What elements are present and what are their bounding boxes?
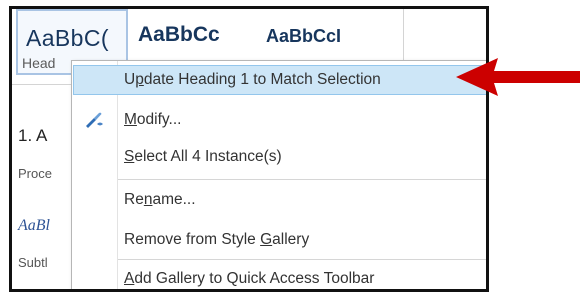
menu-item-label: Rename... <box>124 191 196 208</box>
menu-item-label: Add Gallery to Quick Access Toolbar <box>124 270 375 287</box>
menu-item-label: Remove from Style Gallery <box>124 231 310 248</box>
menu-item-label: Modify... <box>124 111 182 128</box>
style-context-menu: Update Heading 1 to Match Selection Modi… <box>71 60 486 289</box>
menu-item-remove-from-gallery[interactable]: Remove from Style Gallery <box>73 225 486 255</box>
menu-separator <box>118 179 486 180</box>
modify-brush-icon <box>86 112 103 128</box>
menu-item-select-all[interactable]: Select All 4 Instance(s) <box>73 142 486 172</box>
menu-item-modify[interactable]: Modify... <box>73 105 486 135</box>
menu-item-add-to-quick-access[interactable]: Add Gallery to Quick Access Toolbar <box>73 264 486 289</box>
document-heading-text: 1. A <box>18 126 48 145</box>
menu-item-update-heading[interactable]: Update Heading 1 to Match Selection <box>73 65 486 95</box>
document-body-text: Proce <box>18 166 52 181</box>
style-sample-text: AaBbC( <box>26 25 109 51</box>
document-subtitle-sample: AaBl <box>18 217 50 234</box>
style-sample-text: AaBbCc <box>138 23 220 46</box>
style-sample-text: AaBbCcI <box>266 26 342 46</box>
menu-item-label: Select All 4 Instance(s) <box>124 148 282 165</box>
document-subtitle-label: Subtl <box>18 255 48 270</box>
menu-item-label: Update Heading 1 to Match Selection <box>124 71 381 88</box>
menu-item-rename[interactable]: Rename... <box>73 185 486 215</box>
menu-icon-column-divider <box>117 61 118 289</box>
menu-separator <box>118 259 486 260</box>
style-name-label: Head <box>22 55 56 71</box>
red-arrow-icon <box>456 58 580 96</box>
word-styles-window: AaBbC( Head AaBbCc AaBbCcI 1. A Proce Aa… <box>9 6 489 292</box>
